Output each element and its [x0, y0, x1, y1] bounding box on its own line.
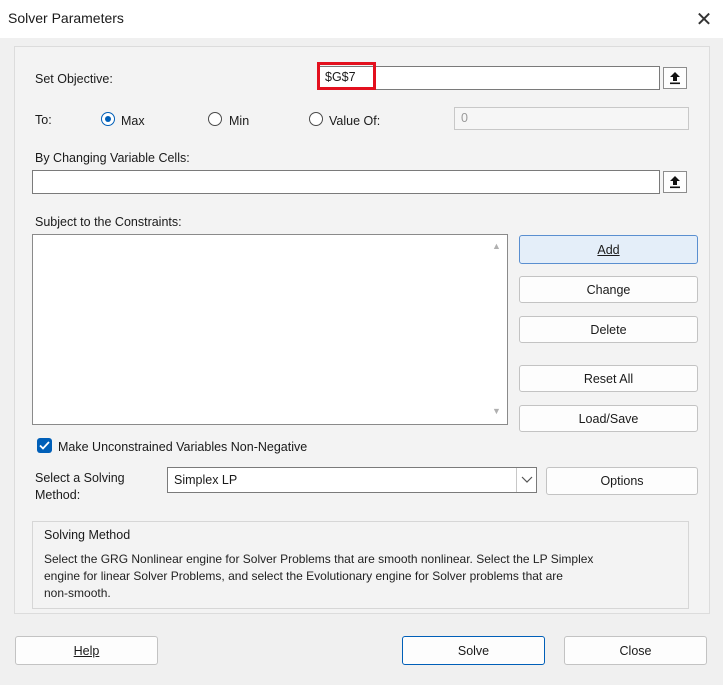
chevron-down-icon[interactable]	[516, 468, 537, 492]
objective-highlight-box	[317, 62, 376, 90]
changing-cells-collapse-button[interactable]	[663, 171, 687, 193]
solving-method-value: Simplex LP	[174, 473, 238, 487]
title-bar: Solver Parameters ✕	[0, 0, 723, 38]
help-button[interactable]: Help	[15, 636, 158, 665]
set-objective-label: Set Objective:	[35, 72, 113, 86]
min-label: Min	[229, 114, 250, 128]
close-button[interactable]: Close	[564, 636, 707, 665]
to-label: To:	[35, 113, 52, 127]
solving-method-select[interactable]: Simplex LP	[167, 467, 537, 493]
max-label: Max	[121, 114, 145, 128]
delete-button[interactable]: Delete	[519, 316, 698, 343]
options-button[interactable]: Options	[546, 467, 698, 495]
objective-collapse-button[interactable]	[663, 67, 687, 89]
constraints-list[interactable]: ▲ ▼	[32, 234, 508, 425]
solving-method-group-title: Solving Method	[44, 528, 131, 542]
max-radio[interactable]	[101, 112, 115, 126]
solving-method-description-line1: Select the GRG Nonlinear engine for Solv…	[44, 552, 594, 566]
upload-arrow-icon	[670, 176, 680, 189]
solving-method-label-line2: Method:	[35, 488, 81, 502]
value-of-value: 0	[461, 111, 468, 125]
value-of-input[interactable]: 0	[454, 107, 689, 130]
solving-method-description-line2: engine for linear Solver Problems, and s…	[44, 569, 563, 583]
changing-cells-label: By Changing Variable Cells:	[35, 151, 190, 165]
value-of-label: Value Of:	[329, 114, 381, 128]
value-of-radio[interactable]	[309, 112, 323, 126]
reset-all-button[interactable]: Reset All	[519, 365, 698, 392]
changing-cells-input[interactable]	[32, 170, 660, 194]
solving-method-description-line3: non-smooth.	[44, 586, 111, 600]
non-negative-label: Make Unconstrained Variables Non-Negativ…	[58, 440, 308, 454]
scroll-down-arrow-icon[interactable]: ▼	[492, 406, 501, 416]
checkmark-icon	[39, 441, 50, 450]
change-button[interactable]: Change	[519, 276, 698, 303]
min-radio[interactable]	[208, 112, 222, 126]
load-save-button[interactable]: Load/Save	[519, 405, 698, 432]
solve-button[interactable]: Solve	[402, 636, 545, 665]
upload-arrow-icon	[670, 72, 680, 85]
scroll-up-arrow-icon[interactable]: ▲	[492, 241, 501, 251]
non-negative-checkbox[interactable]	[37, 438, 52, 453]
constraints-label: Subject to the Constraints:	[35, 215, 182, 229]
add-button[interactable]: Add	[519, 235, 698, 264]
close-icon[interactable]: ✕	[688, 4, 720, 34]
window-title: Solver Parameters	[8, 10, 124, 26]
solving-method-label-line1: Select a Solving	[35, 471, 125, 485]
